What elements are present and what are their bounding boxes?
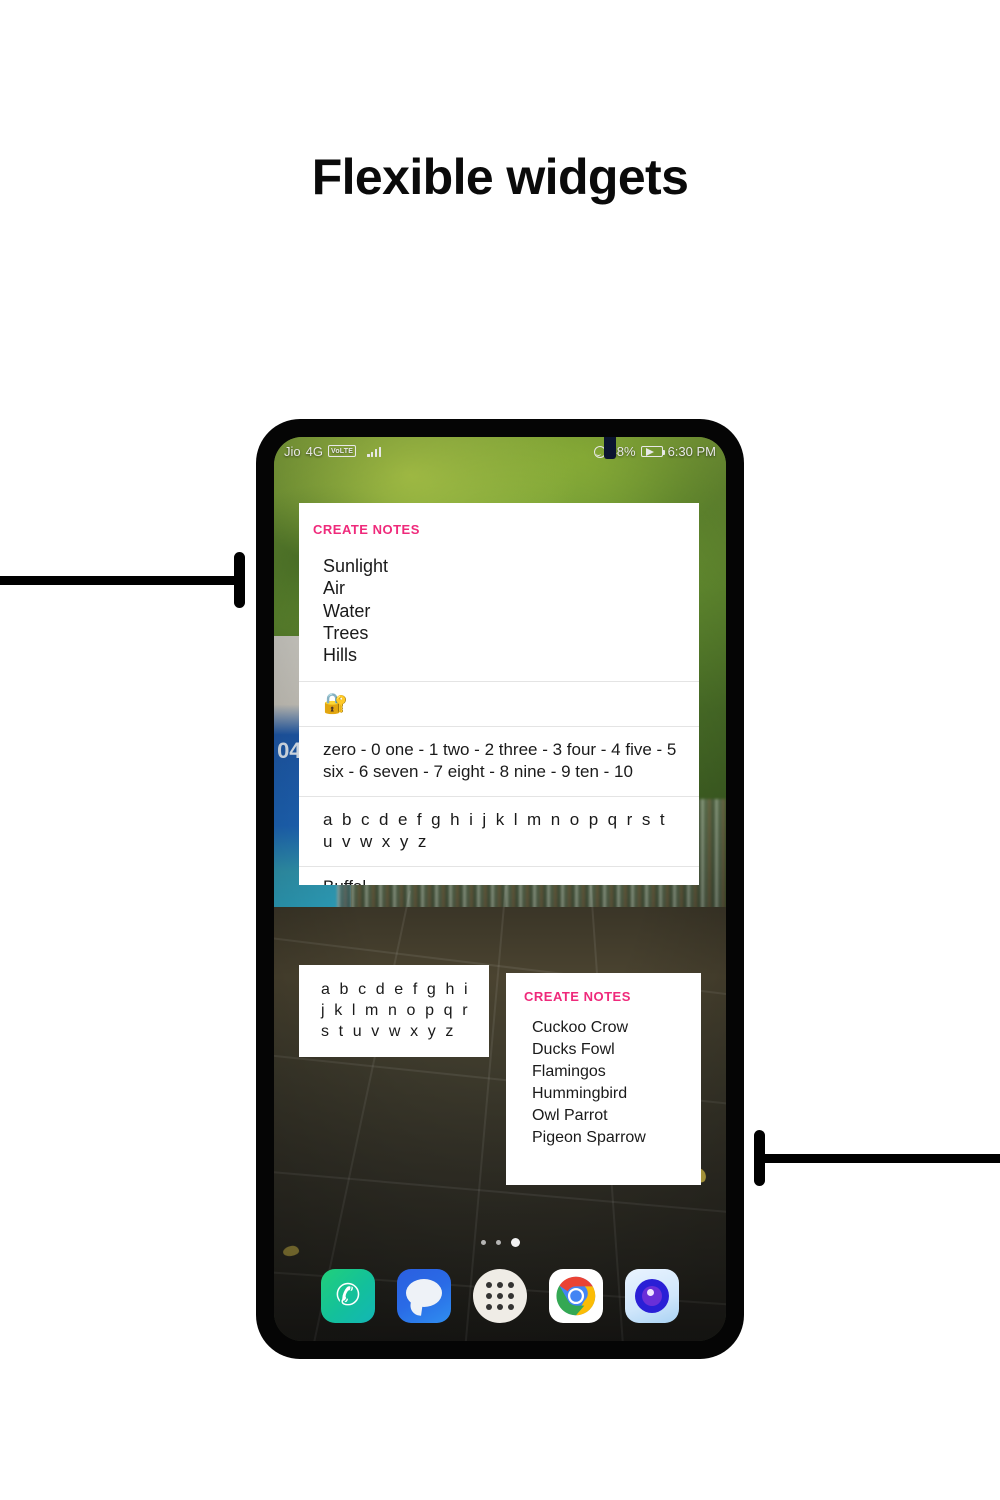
list-item: Hummingbird <box>532 1084 628 1102</box>
widget-notes-header: CREATE NOTES <box>299 503 699 537</box>
grid-dots-glyph <box>473 1269 527 1323</box>
page-dot[interactable] <box>495 1240 501 1245</box>
status-network: 4G <box>305 443 323 459</box>
list-item: Owl Parrot <box>532 1106 608 1124</box>
phone-mockup: Jio 4G VoLTE 48% 6:30 PM CREATE NOTES <box>256 419 744 1359</box>
camera-lens-glyph <box>635 1279 669 1313</box>
note-line: Air <box>323 578 345 599</box>
headphone-icon <box>593 445 606 458</box>
status-bar-notch <box>604 437 616 459</box>
list-item: Flamingos <box>532 1062 606 1080</box>
phone-app-icon[interactable]: ✆ <box>321 1269 375 1323</box>
note-lock-emoji: 🔐 <box>323 692 348 715</box>
widget-notes-title: CREATE NOTES <box>313 522 420 537</box>
page-dot-active[interactable] <box>510 1238 520 1247</box>
widget-create-notes-large[interactable]: CREATE NOTES Sunlight Air Water Trees Hi… <box>299 503 699 885</box>
page-dot[interactable] <box>480 1240 486 1245</box>
list-item: Cuckoo Crow <box>532 1019 629 1036</box>
page-root: Flexible widgets 04 Jio 4G VoLTE 48% 6:3… <box>0 0 1000 1500</box>
list-item: Ducks Fowl <box>532 1040 615 1058</box>
status-bar: Jio 4G VoLTE 48% 6:30 PM <box>274 437 726 465</box>
note-line: Sunlight <box>323 556 389 576</box>
note-clipped-text: Buffal <box>299 867 699 885</box>
volte-badge: VoLTE <box>327 445 357 457</box>
signal-bars-icon <box>367 446 382 457</box>
status-clock: 6:30 PM <box>667 443 716 459</box>
home-dock: ✆ <box>274 1269 726 1323</box>
note-numbers-text: zero - 0 one - 1 two - 2 three - 3 four … <box>323 739 677 782</box>
app-drawer-icon[interactable] <box>473 1269 527 1323</box>
chrome-app-icon[interactable] <box>549 1269 603 1323</box>
note-line: Water <box>323 600 371 621</box>
page-title: Flexible widgets <box>311 149 689 205</box>
chrome-logo-glyph <box>556 1276 596 1316</box>
widget-alphabet-small[interactable]: a b c d e f g h i j k l m n o p q r s t … <box>299 965 489 1057</box>
widget-alphabet-text: a b c d e f g h i j k l m n o p q r s t … <box>321 981 471 1041</box>
phone-screen: Jio 4G VoLTE 48% 6:30 PM CREATE NOTES <box>274 437 726 1341</box>
widget-birds-header: CREATE NOTES <box>506 973 701 1004</box>
callout-right-line <box>764 1154 1000 1163</box>
camera-app-icon[interactable] <box>625 1269 679 1323</box>
speech-bubble-glyph <box>406 1279 442 1307</box>
battery-charging-icon <box>640 445 666 457</box>
widget-notes-list: Sunlight Air Water Trees Hills <box>299 537 699 681</box>
status-carrier: Jio <box>284 443 301 459</box>
messages-app-icon[interactable] <box>397 1269 451 1323</box>
widget-birds-list: Cuckoo Crow Ducks Fowl Flamingos Humming… <box>506 1004 701 1158</box>
note-alphabet-text: a b c d e f g h i j k l m n o p q r s t … <box>323 809 667 852</box>
callout-left-line <box>0 576 234 585</box>
phone-handset-glyph: ✆ <box>335 1279 361 1312</box>
page-indicator[interactable] <box>274 1238 726 1247</box>
callout-left-cap <box>234 552 245 608</box>
note-line: Trees <box>323 622 369 643</box>
note-line: Hills <box>323 645 357 666</box>
callout-line-right <box>754 1130 1000 1186</box>
widget-create-notes-birds[interactable]: CREATE NOTES Cuckoo Crow Ducks Fowl Flam… <box>506 973 701 1185</box>
widget-birds-title: CREATE NOTES <box>524 989 631 1004</box>
callout-line-left <box>0 552 248 608</box>
list-item: Pigeon Sparrow <box>532 1128 646 1146</box>
